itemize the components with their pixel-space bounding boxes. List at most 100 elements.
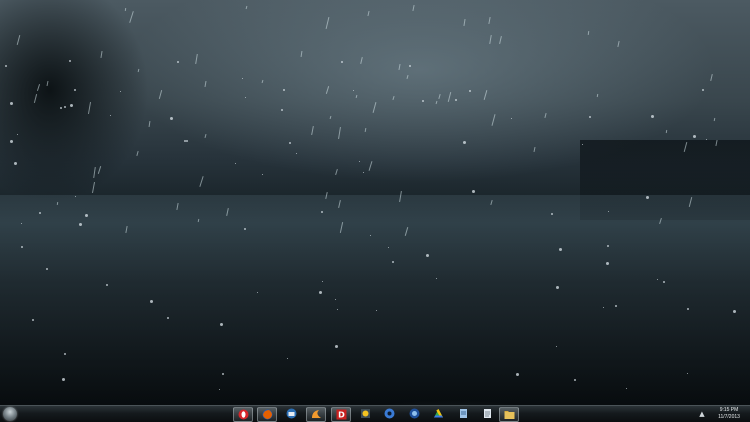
rain-droplet (646, 196, 649, 199)
rain-droplet (222, 373, 224, 375)
show-hidden-icons-arrow[interactable]: ▲ (697, 408, 707, 420)
rain-droplet (589, 116, 591, 118)
rain-droplet (85, 214, 88, 217)
rain-droplet (455, 99, 457, 101)
rain-droplet (608, 211, 609, 212)
rain-droplet (74, 89, 76, 91)
taskbar-button-globe[interactable] (405, 407, 425, 422)
desktop-wallpaper (0, 0, 750, 405)
rain-droplet (75, 196, 76, 197)
rain-droplet (559, 248, 562, 251)
rain-streak (491, 114, 496, 126)
rain-streak (245, 5, 248, 10)
rain-droplet (10, 102, 13, 105)
rain-droplet (582, 144, 583, 145)
taskbar-button-drive[interactable] (429, 407, 449, 422)
rain-droplet (551, 213, 553, 215)
rain-droplet (702, 89, 704, 91)
rain-streak (364, 127, 367, 133)
rain-droplet (353, 90, 354, 91)
rain-droplet (469, 90, 471, 92)
clock-date: 11/7/2013 (718, 414, 740, 420)
taskbar-button-explorer[interactable] (499, 407, 519, 422)
taskbar-button-opera[interactable] (233, 407, 253, 422)
taskbar-clock[interactable]: 9:15 PM 11/7/2013 (709, 407, 749, 422)
rain-droplet (10, 140, 13, 143)
taskbar-button-orange-app[interactable] (306, 407, 326, 422)
rain-droplet (388, 247, 389, 248)
rain-streak (489, 34, 492, 45)
rain-streak (355, 94, 358, 99)
firefox-icon (262, 409, 273, 420)
rain-droplet (574, 379, 576, 381)
rain-droplet (376, 310, 377, 311)
rain-droplet (110, 115, 111, 116)
rain-droplet (335, 345, 338, 348)
rain-streak (300, 50, 303, 58)
rain-droplet (733, 310, 736, 313)
rain-droplet (21, 246, 23, 248)
rain-droplet (32, 319, 34, 321)
rain-droplet (245, 97, 246, 98)
rain-droplet (177, 61, 179, 63)
rain-streak (713, 117, 716, 122)
rain-droplet (687, 373, 688, 374)
rain-droplet (706, 139, 707, 140)
rain-streak (499, 35, 502, 45)
rain-droplet (359, 161, 360, 162)
rain-streak (329, 115, 332, 120)
taskbar-button-notepad[interactable] (454, 407, 474, 422)
rain-streak (438, 93, 441, 100)
rain-droplet (283, 89, 285, 91)
rain-droplet (657, 279, 658, 280)
rain-streak (338, 126, 341, 140)
rain-streak (435, 100, 438, 105)
rain-droplet (289, 142, 291, 144)
taskbar-button-blue-disc[interactable] (380, 407, 400, 422)
taskbar-button-sun-app[interactable] (356, 407, 376, 422)
rain-streak (544, 112, 547, 119)
document-icon (482, 408, 493, 419)
rain-droplet (436, 278, 437, 279)
rain-streak (665, 129, 668, 134)
taskbar-button-thunderbird[interactable] (282, 407, 302, 422)
rain-droplet (687, 308, 689, 310)
globe-icon (409, 408, 420, 419)
taskbar-button-document[interactable] (478, 407, 498, 422)
notepad-icon (458, 408, 469, 419)
rain-droplet (663, 281, 665, 283)
rain-streak (372, 102, 377, 113)
rain-droplet (167, 317, 169, 319)
rain-droplet (60, 107, 62, 109)
rain-streak (412, 4, 415, 12)
rain-droplet (321, 211, 323, 213)
opera-icon (238, 409, 249, 420)
rain-droplet (220, 323, 223, 326)
rain-streak (710, 73, 713, 82)
rain-droplet (150, 300, 153, 303)
rain-streak (325, 17, 330, 29)
rain-droplet (219, 389, 220, 390)
rain-droplet (287, 358, 288, 359)
taskbar-button-firefox[interactable] (257, 407, 277, 422)
rain-streak (368, 161, 373, 171)
rain-droplet (235, 163, 236, 164)
rain-droplet (341, 61, 343, 63)
rain-droplet (186, 140, 188, 142)
rain-streak (596, 93, 599, 98)
rain-droplet (603, 307, 604, 308)
start-button[interactable] (3, 407, 17, 421)
rain-droplet (337, 309, 338, 310)
rain-droplet (21, 223, 22, 224)
rain-droplet (626, 388, 627, 389)
rain-droplet (409, 65, 411, 67)
rain-droplet (120, 91, 121, 92)
rain-streak (325, 86, 330, 94)
taskbar-button-daemon-tools[interactable]: D (331, 407, 351, 422)
rain-droplet (5, 65, 7, 67)
rain-droplet (106, 284, 108, 286)
drive-triangle-icon (433, 408, 444, 419)
blue-disc-icon (384, 408, 395, 419)
rain-streak (617, 40, 620, 48)
rain-droplet (335, 299, 336, 300)
